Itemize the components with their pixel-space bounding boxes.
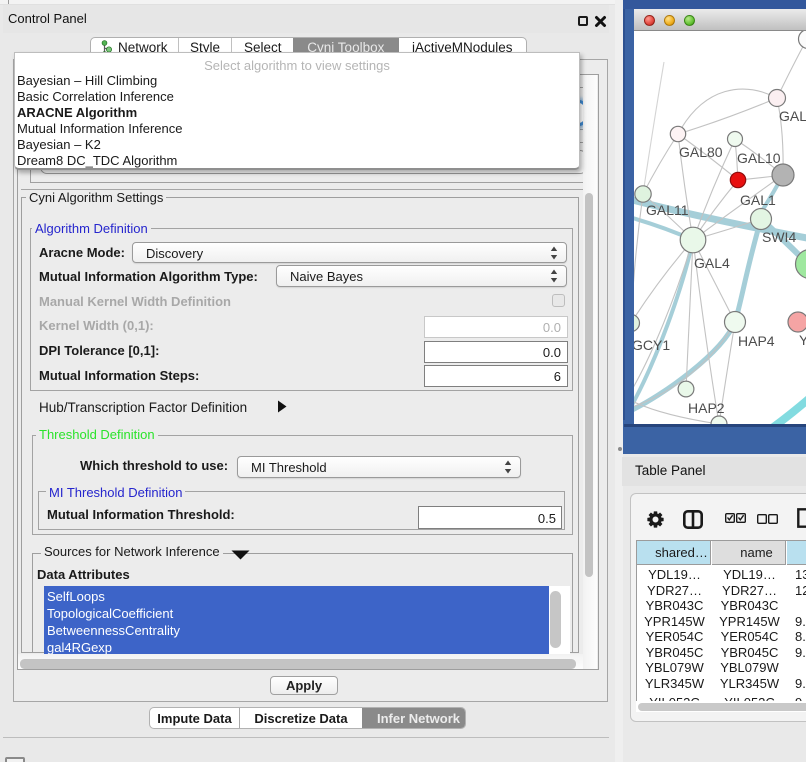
svg-text:GAL4: GAL4 — [694, 255, 730, 271]
svg-text:HAP4: HAP4 — [738, 333, 775, 349]
svg-text:GAL7: GAL7 — [779, 108, 806, 124]
svg-text:GAL11: GAL11 — [646, 202, 689, 218]
svg-text:Y: Y — [799, 332, 806, 348]
svg-text:GCY1: GCY1 — [634, 337, 670, 353]
svg-text:GAL80: GAL80 — [679, 144, 723, 160]
svg-text:GAL10: GAL10 — [737, 150, 781, 166]
svg-text:GAL1: GAL1 — [740, 192, 776, 208]
svg-text:SWI4: SWI4 — [762, 229, 796, 245]
svg-text:HAP2: HAP2 — [688, 400, 725, 416]
